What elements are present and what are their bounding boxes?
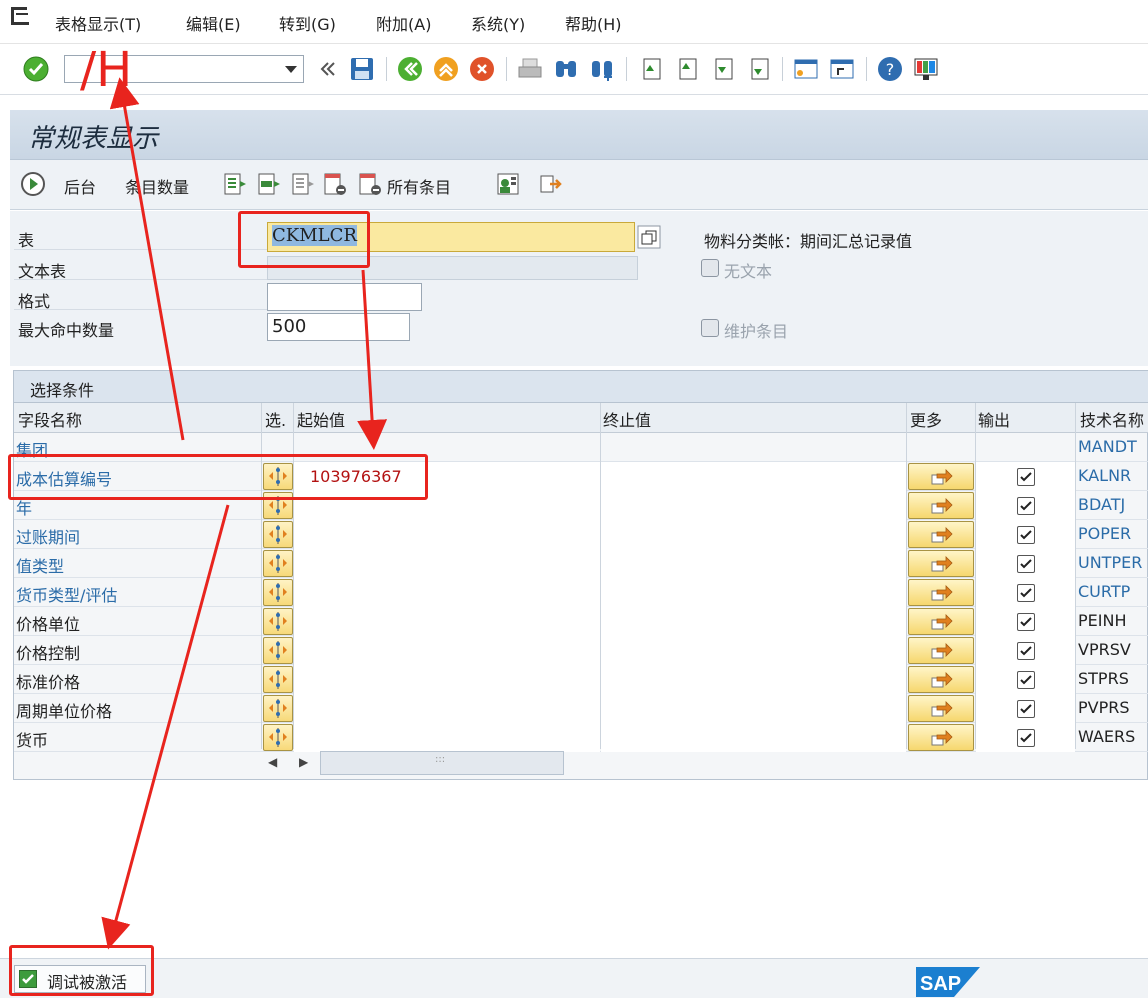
annotation-box-cost-estimate <box>8 454 428 500</box>
annotation-box-table <box>238 211 370 268</box>
annotation-command-text: /H <box>80 42 133 98</box>
annotation-box-debug <box>9 945 154 996</box>
